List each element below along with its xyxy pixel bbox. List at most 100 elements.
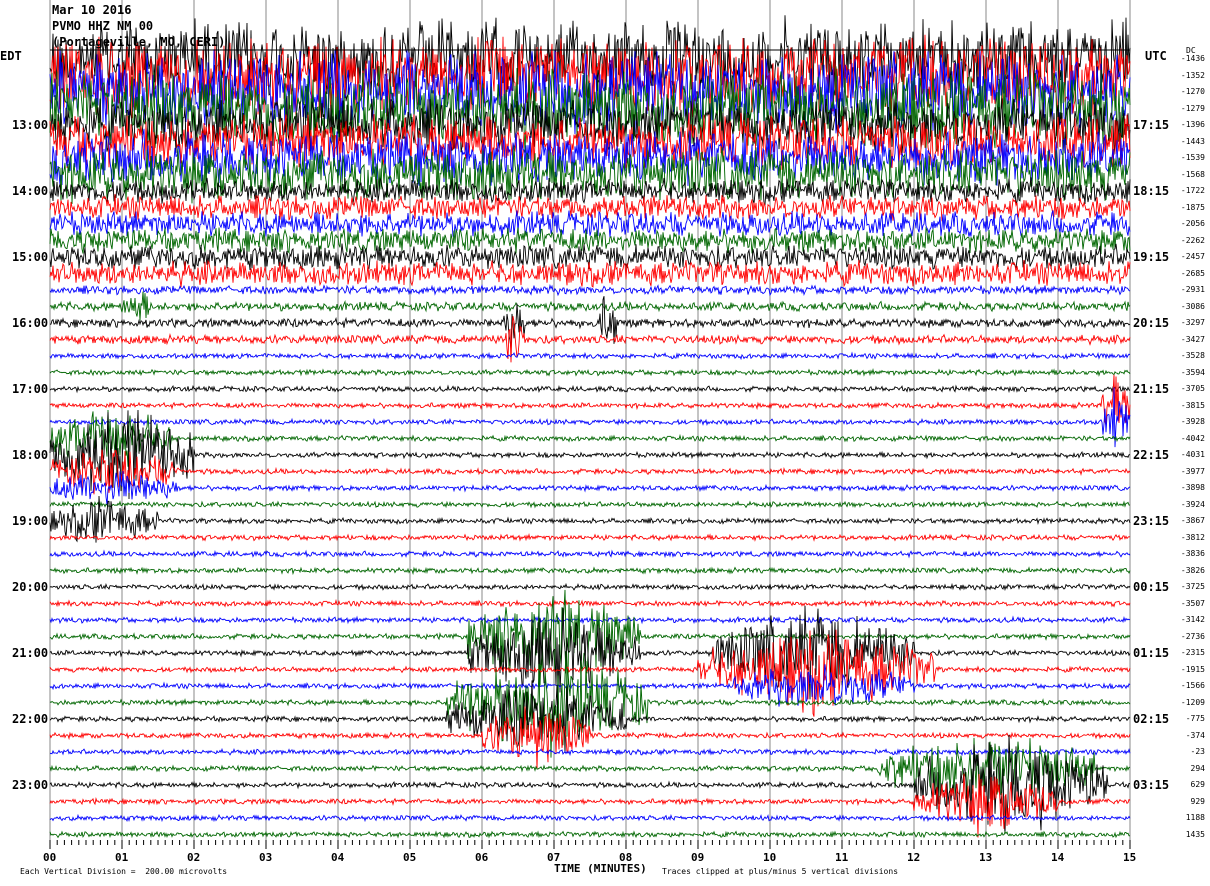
x-tick-label: 10 xyxy=(763,851,777,864)
dc-offset-label: -4042 xyxy=(1180,433,1205,443)
trace-line xyxy=(49,500,1131,509)
dc-offset-label: 1435 xyxy=(1185,829,1205,839)
dc-offset-label: -2931 xyxy=(1180,285,1205,294)
x-tick-label: 15 xyxy=(1123,851,1137,864)
trace-line xyxy=(49,813,1131,823)
x-tick-label: 05 xyxy=(403,851,417,864)
dc-offset-label: -3928 xyxy=(1180,417,1205,426)
trace-line xyxy=(49,566,1131,576)
dc-offset-label: -3815 xyxy=(1180,400,1205,410)
dc-offset-label: -775 xyxy=(1185,714,1205,723)
trace-line xyxy=(49,243,1131,271)
dc-offset-label: -1568 xyxy=(1180,169,1205,179)
dc-offset-label: -2685 xyxy=(1180,268,1205,278)
title-date: Mar 10 2016 xyxy=(52,3,132,17)
dc-offset-label: 294 xyxy=(1190,763,1205,773)
trace-line xyxy=(49,582,1131,592)
dc-offset-label: -3086 xyxy=(1180,301,1205,311)
x-tick-label: 02 xyxy=(187,851,201,864)
dc-offset-label: -1539 xyxy=(1180,153,1205,162)
dc-offset-label: -3705 xyxy=(1180,384,1205,393)
title-location: (Portageville, MO, CERI) xyxy=(52,35,226,49)
dc-offset-label: -2262 xyxy=(1180,235,1205,245)
left-hour-label: 21:00 xyxy=(12,646,49,660)
trace-line xyxy=(49,449,1131,495)
seismic-traces xyxy=(49,15,1131,839)
x-tick-label: 00 xyxy=(43,851,57,864)
dc-offset-label: -1352 xyxy=(1180,70,1205,80)
x-tick-label: 12 xyxy=(907,851,921,864)
trace-line xyxy=(49,409,1131,467)
trace-line xyxy=(49,259,1131,288)
trace-line xyxy=(49,549,1131,559)
clip-note: Traces clipped at plus/minus 5 vertical … xyxy=(662,867,899,876)
x-axis-label: TIME (MINUTES) xyxy=(554,862,647,875)
trace-line xyxy=(49,615,1131,625)
dc-offset-label: -3836 xyxy=(1180,549,1205,558)
dc-offset-label: -3826 xyxy=(1180,565,1205,575)
left-hour-label: 23:00 xyxy=(12,778,49,792)
left-hour-label: 16:00 xyxy=(12,316,49,330)
left-hour-label: 15:00 xyxy=(12,250,49,264)
trace-line xyxy=(49,706,1131,770)
dc-offset-label: -374 xyxy=(1185,730,1205,740)
dc-offset-label: -3812 xyxy=(1180,532,1205,542)
dc-offset-label: -2056 xyxy=(1180,219,1205,228)
x-tick-label: 06 xyxy=(475,851,489,864)
x-tick-label: 01 xyxy=(115,851,129,864)
scale-note: Each Vertical Division = 200.00 microvol… xyxy=(20,867,228,876)
dc-offset-label: -1436 xyxy=(1180,54,1205,63)
left-hour-label: 20:00 xyxy=(12,580,49,594)
dc-offset-label: -1209 xyxy=(1180,697,1205,707)
dc-offset-label: 929 xyxy=(1190,796,1205,806)
dc-offset-label: -1443 xyxy=(1180,136,1205,146)
x-tick-label: 13 xyxy=(979,851,993,864)
dc-offset-label: -3427 xyxy=(1180,334,1205,344)
x-axis-ticks xyxy=(49,840,1131,849)
dc-offset-label: 1188 xyxy=(1185,813,1205,822)
left-hour-label: 14:00 xyxy=(12,184,49,198)
dc-offset-label: -3142 xyxy=(1180,615,1205,624)
left-axis-label: EDT xyxy=(0,49,22,63)
dc-offset-label: -2315 xyxy=(1180,648,1205,657)
x-tick-label: 09 xyxy=(691,851,705,864)
helicorder-plot xyxy=(49,0,1131,849)
trace-line xyxy=(49,409,1131,500)
dc-offset-label: -3725 xyxy=(1180,582,1205,591)
trace-line xyxy=(49,368,1131,377)
trace-line xyxy=(49,829,1131,839)
dc-offset-label: -3528 xyxy=(1180,351,1205,360)
left-hour-label: 17:00 xyxy=(12,382,49,396)
trace-line xyxy=(49,291,1131,321)
x-tick-label: 04 xyxy=(331,851,345,864)
dc-offset-label: -1915 xyxy=(1180,664,1205,674)
dc-offset-label: -3594 xyxy=(1180,367,1205,377)
trace-line xyxy=(49,384,1131,394)
title-station: PVMO HHZ NM 00 xyxy=(52,19,154,33)
x-tick-label: 11 xyxy=(835,851,849,864)
dc-offset-label: -1279 xyxy=(1180,103,1205,113)
trace-line xyxy=(49,598,1131,608)
left-hour-label: 22:00 xyxy=(12,712,49,726)
dc-offset-label: -1722 xyxy=(1180,186,1205,195)
left-hour-label: 19:00 xyxy=(12,514,49,528)
dc-offset-label: -1875 xyxy=(1180,202,1205,212)
dc-offset-label: -1270 xyxy=(1180,87,1205,96)
dc-offset-label: -3977 xyxy=(1180,466,1205,476)
left-hour-label: 18:00 xyxy=(12,448,49,462)
x-tick-label: 14 xyxy=(1051,851,1065,864)
dc-offset-label: -23 xyxy=(1190,747,1205,756)
dc-offset-label: -4031 xyxy=(1180,450,1205,459)
dc-offset-label: -3898 xyxy=(1180,483,1205,492)
dc-offset-label: -2457 xyxy=(1180,252,1205,261)
x-tick-label: 03 xyxy=(259,851,273,864)
dc-offset-label: -1396 xyxy=(1180,120,1205,129)
left-hour-label: 13:00 xyxy=(12,118,49,132)
trace-line xyxy=(49,747,1131,757)
dc-offset-label: -2736 xyxy=(1180,631,1205,641)
dc-offset-label: -3924 xyxy=(1180,499,1205,509)
dc-offset-label: 629 xyxy=(1190,780,1205,789)
trace-line xyxy=(49,533,1131,542)
trace-line xyxy=(49,374,1131,426)
dc-offset-label: -3507 xyxy=(1180,598,1205,608)
